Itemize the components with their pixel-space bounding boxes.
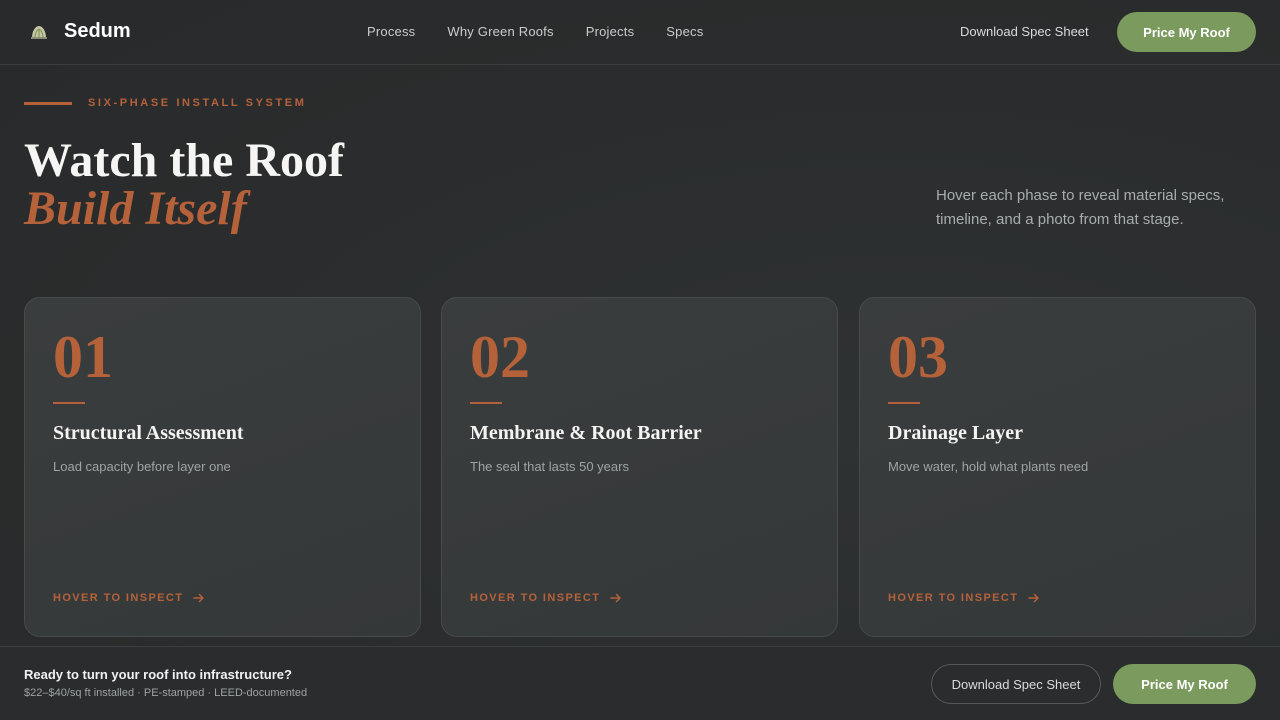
- download-spec-sheet-button[interactable]: Download Spec Sheet: [931, 664, 1101, 704]
- price-my-roof-button[interactable]: Price My Roof: [1113, 664, 1256, 704]
- nav-projects[interactable]: Projects: [586, 24, 635, 39]
- eyebrow-line: [24, 101, 72, 105]
- phase-number: 01: [53, 324, 113, 390]
- arrow-right-icon: [610, 593, 622, 603]
- main-nav: Process Why Green Roofs Projects Specs: [367, 24, 735, 39]
- phase-card-2[interactable]: 02 Membrane & Root Barrier The seal that…: [441, 297, 838, 637]
- eyebrow-text: SIX-PHASE INSTALL SYSTEM: [88, 97, 307, 109]
- hero-description: Hover each phase to reveal material spec…: [936, 187, 1225, 228]
- phase-subtitle: Load capacity before layer one: [53, 459, 231, 474]
- hover-to-inspect-link[interactable]: HOVER TO INSPECT: [888, 592, 1040, 604]
- cta-bar-title: Ready to turn your roof into infrastruct…: [24, 667, 292, 682]
- nav-why-green-roofs[interactable]: Why Green Roofs: [447, 24, 553, 39]
- price-my-roof-button[interactable]: Price My Roof: [1117, 12, 1256, 52]
- cta-label: HOVER TO INSPECT: [53, 592, 184, 604]
- phase-card-3[interactable]: 03 Drainage Layer Move water, hold what …: [859, 297, 1256, 637]
- nav-specs[interactable]: Specs: [666, 24, 703, 39]
- phase-number: 03: [888, 324, 948, 390]
- eyebrow: SIX-PHASE INSTALL SYSTEM: [24, 97, 306, 109]
- phase-subtitle: The seal that lasts 50 years: [470, 459, 629, 474]
- brand-name: Sedum: [64, 20, 131, 42]
- phase-title: Drainage Layer: [888, 422, 1023, 444]
- phase-number: 02: [470, 324, 530, 390]
- hover-to-inspect-link[interactable]: HOVER TO INSPECT: [53, 592, 205, 604]
- phase-card-1[interactable]: 01 Structural Assessment Load capacity b…: [24, 297, 421, 637]
- phase-divider: [53, 402, 85, 404]
- phase-subtitle: Move water, hold what plants need: [888, 459, 1089, 474]
- cta-bar-subtitle: $22–$40/sq ft installed · PE-stamped · L…: [24, 687, 308, 699]
- nav-process[interactable]: Process: [367, 24, 415, 39]
- sedum-leaf-icon: [30, 24, 48, 40]
- arrow-right-icon: [193, 593, 205, 603]
- brand[interactable]: Sedum: [30, 20, 131, 43]
- phase-title: Membrane & Root Barrier: [470, 422, 702, 444]
- phase-title: Structural Assessment: [53, 422, 244, 444]
- hover-to-inspect-link[interactable]: HOVER TO INSPECT: [470, 592, 622, 604]
- cta-label: HOVER TO INSPECT: [888, 592, 1019, 604]
- download-spec-sheet-link[interactable]: Download Spec Sheet: [960, 24, 1089, 39]
- hero-title-line2: Build Itself: [24, 182, 247, 235]
- top-navigation-bar: Sedum Process Why Green Roofs Projects S…: [0, 0, 1280, 65]
- phase-divider: [470, 402, 502, 404]
- arrow-right-icon: [1028, 593, 1040, 603]
- phase-divider: [888, 402, 920, 404]
- cta-label: HOVER TO INSPECT: [470, 592, 601, 604]
- sticky-cta-bar: Ready to turn your roof into infrastruct…: [0, 646, 1280, 720]
